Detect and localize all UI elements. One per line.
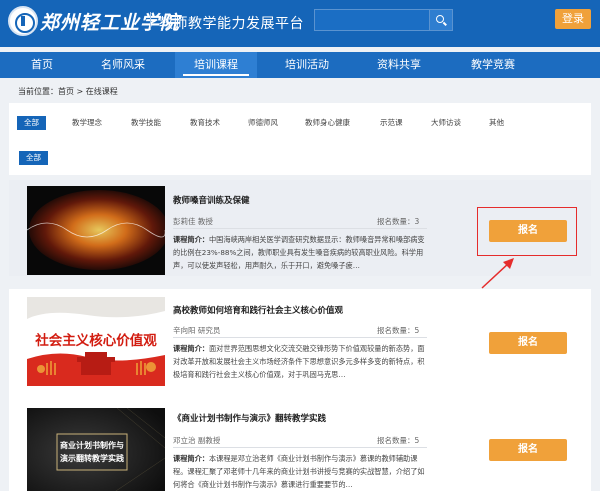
intro-text: 面对世界范围思想文化交流交融交锋形势下价值观较量的新态势，面对改革开放和发展社会…	[173, 344, 425, 379]
search-input[interactable]	[314, 9, 430, 31]
course-teacher: 彭莉佳 教授	[173, 217, 213, 226]
filter-teacher-ethics[interactable]: 师德师风	[248, 116, 278, 130]
divider	[173, 447, 427, 448]
filter-education-technology[interactable]: 教育技术	[190, 116, 220, 130]
business-plan-image: 商业计划书制作与 演示翻转教学实践	[27, 408, 165, 491]
intro-label: 课程简介：	[173, 344, 209, 353]
annotation-highlight-box	[477, 207, 577, 256]
school-logo[interactable]	[8, 6, 38, 36]
intro-label: 课程简介：	[173, 454, 209, 463]
nav-item-home[interactable]: 首页	[14, 52, 70, 78]
filter-all[interactable]: 全部	[17, 116, 46, 130]
signup-count: 报名数量：5	[377, 436, 420, 445]
course-intro: 课程简介：中国海峡两岸相关医学调查研究数据显示：教师嗓音异常和嗓部病变的比例在2…	[173, 233, 431, 272]
platform-title: 教师教学能力发展平台	[159, 16, 304, 32]
category-filter-panel: 全部 教学理念 教学技能 教育技术 师德师风 教师身心健康 示范课 大师访谈 其…	[9, 103, 591, 175]
course-thumbnail[interactable]: 商业计划书制作与 演示翻转教学实践	[27, 408, 165, 491]
course-thumbnail[interactable]	[27, 186, 165, 275]
course-title[interactable]: 《商业计划书制作与演示》翻转教学实践	[173, 412, 326, 424]
subfilter-all[interactable]: 全部	[19, 151, 48, 165]
nav-item-training-activities[interactable]: 培训活动	[276, 52, 338, 78]
signup-button[interactable]: 报名	[489, 332, 567, 354]
nav-item-resource-sharing[interactable]: 资料共享	[368, 52, 430, 78]
intro-text: 中国海峡两岸相关医学调查研究数据显示：教师嗓音异常和嗓部病变的比例在23%-88…	[173, 235, 425, 270]
divider	[173, 337, 427, 338]
course-teacher: 邓立治 副教授	[173, 436, 221, 445]
course-thumbnail[interactable]: 社会主义核心价值观	[27, 297, 165, 386]
breadcrumb: 当前位置：首页 > 在线课程	[18, 87, 118, 96]
intro-text: 本课程是邓立治老师《商业计划书制作与演示》慕课的教师辅助课程。课程汇聚了邓老师十…	[173, 454, 425, 489]
course-title[interactable]: 高校教师如何培育和践行社会主义核心价值观	[173, 304, 343, 316]
filter-teaching-skills[interactable]: 教学技能	[131, 116, 161, 130]
thumbnail-caption: 社会主义核心价值观	[34, 332, 157, 349]
site-header: 郑州轻工业学院 教师教学能力发展平台 登录	[0, 0, 600, 47]
filter-teacher-health[interactable]: 教师身心健康	[305, 116, 350, 130]
nav-item-famous-teachers[interactable]: 名师风采	[90, 52, 156, 78]
course-item: 社会主义核心价值观 高校教师如何培育和践行社会主义核心价值观 辛向阳 研究员 报…	[9, 289, 591, 401]
socialist-values-image: 社会主义核心价值观	[27, 297, 165, 386]
course-intro: 课程简介：本课程是邓立治老师《商业计划书制作与演示》慕课的教师辅助课程。课程汇聚…	[173, 452, 431, 491]
nav-item-teaching-competition[interactable]: 教学竞赛	[462, 52, 524, 78]
audio-waveform-image	[27, 186, 165, 275]
thumbnail-caption-line2: 演示翻转教学实践	[60, 453, 124, 463]
signup-count: 报名数量：5	[377, 326, 420, 335]
filter-other[interactable]: 其他	[489, 116, 504, 130]
search-button[interactable]	[430, 9, 453, 31]
course-intro: 课程简介：面对世界范围思想文化交流交融交锋形势下价值观较量的新态势，面对改革开放…	[173, 342, 431, 381]
filter-demo-lessons[interactable]: 示范课	[380, 116, 403, 130]
signup-button[interactable]: 报名	[489, 439, 567, 461]
nav-item-training-courses[interactable]: 培训课程	[175, 52, 257, 78]
course-teacher: 辛向阳 研究员	[173, 326, 221, 335]
intro-label: 课程简介：	[173, 235, 209, 244]
filter-master-interviews[interactable]: 大师访谈	[431, 116, 461, 130]
course-title[interactable]: 教师嗓音训练及保健	[173, 194, 250, 206]
course-item: 商业计划书制作与 演示翻转教学实践 《商业计划书制作与演示》翻转教学实践 邓立治…	[9, 401, 591, 491]
header-divider	[150, 12, 151, 30]
login-button[interactable]: 登录	[555, 9, 591, 29]
thumbnail-caption-line1: 商业计划书制作与	[60, 440, 124, 450]
filter-teaching-philosophy[interactable]: 教学理念	[72, 116, 102, 130]
signup-count: 报名数量：3	[377, 217, 420, 226]
main-nav: 首页 名师风采 培训课程 培训活动 资料共享 教学竞赛	[0, 52, 600, 78]
divider	[173, 228, 427, 229]
